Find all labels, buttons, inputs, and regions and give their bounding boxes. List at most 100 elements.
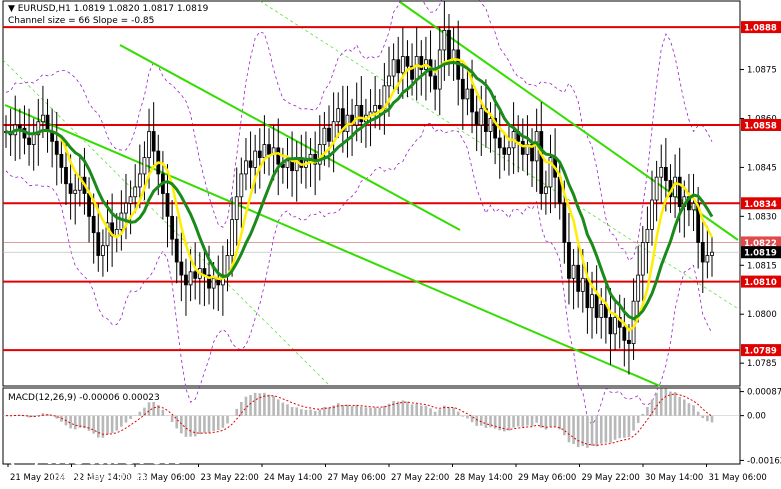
candle-body [54,140,59,155]
macd-hist-bar [212,415,215,432]
candle-body [562,202,567,243]
macd-hist-bar [433,411,437,416]
macd-hist-bar [295,407,299,416]
candle-body [659,166,664,178]
candle-body [391,59,396,77]
macd-hist-bar [392,401,395,416]
candle-body [608,317,613,335]
candle-body [327,127,331,142]
macd-hist-bar [424,405,428,416]
candle-body [627,339,631,344]
candle-body [285,160,290,168]
candle-body [488,118,493,132]
candle-body [91,215,96,234]
macd-hist-bar [226,415,229,424]
macd-hist-bar [115,415,119,431]
macd-hist-bar [360,406,363,416]
candle-body [520,140,525,155]
candle-body [234,196,239,221]
time-tick-label: 31 May 06:00 [709,473,767,483]
macd-tick-label: 0.00 [747,412,766,422]
candle-body [433,75,438,90]
candle-body [599,304,604,318]
candle-body [170,215,175,240]
candle-body [700,242,705,263]
macd-hist-bar [313,410,317,416]
macd-hist-bar [253,392,257,416]
macd-hist-bar [364,407,368,416]
macd-hist-bar [147,402,151,416]
macd-hist-bar [96,415,100,438]
macd-hist-bar [456,411,460,416]
candle-body [539,131,544,194]
candle-body [262,144,267,159]
macd-hist-bar [304,409,308,416]
macd-hist-bar [244,396,248,416]
candle-body [31,134,36,145]
level-badge-label: 1.0834 [744,200,777,210]
macd-hist-bar [581,415,585,447]
macd-hist-bar [701,415,705,419]
macd-hist-bar [240,401,243,416]
macd-hist-bar [572,415,575,445]
candle-body [41,114,45,123]
macd-hist-bar [69,415,72,429]
candle-body [636,274,641,302]
macd-hist-bar [632,415,635,431]
macd-hist-bar [378,407,382,416]
macd-hist-bar [475,415,478,426]
level-badge-label: 1.0789 [744,347,777,357]
macd-hist-bar [124,415,128,423]
candle-body [663,166,668,181]
macd-hist-bar [683,399,686,416]
macd-hist-bar [300,409,303,416]
lower-band-line [5,122,713,426]
macd-hist-bar [604,415,608,443]
macd-hist-bar [373,407,377,416]
candle-body [193,271,198,279]
macd-hist-bar [235,408,239,416]
macd-hist-bar [673,392,677,416]
macd-hist-bar [50,415,54,417]
candle-body [705,255,710,263]
macd-hist-bar [166,415,169,417]
candle-body [184,274,188,286]
macd-hist-bar [646,406,649,416]
macd-hist-bar [692,405,695,416]
macd-hist-bar [664,388,668,416]
channel-info: Channel size = 66 Slope = -0.85 [8,16,155,26]
macd-hist-bar [170,415,174,423]
macd-hist-bar [627,415,631,438]
candle-body [267,144,271,155]
macd-hist-bar [290,407,294,416]
candle-body [645,228,650,243]
macd-hist-bar [221,415,225,428]
macd-hist-bar [203,415,206,433]
macd-hist-bar [73,415,77,430]
candle-body [543,186,548,194]
price-tick-label: 1.0800 [747,310,777,320]
macd-hist-bar [710,415,714,423]
macd-hist-bar [466,415,469,419]
macd-hist-bar [678,396,681,416]
macd-hist-bar [189,415,192,437]
macd-hist-bar [355,404,358,416]
macd-hist-bar [318,409,322,416]
macd-hist-bar [687,403,691,416]
macd-hist-bar [470,415,474,423]
candle-body [377,105,382,110]
macd-hist-bar [286,404,289,416]
candle-body [650,199,654,230]
macd-hist-bar [452,407,455,416]
time-tick-label: 29 May 22:00 [582,473,640,483]
macd-hist-bar [650,399,654,416]
candle-body [567,242,571,279]
macd-hist-bar [180,415,183,434]
macd-hist-bar [346,404,349,416]
macd-hist-bar [249,395,252,416]
macd-hist-bar [350,406,354,416]
price-tick-label: 1.0785 [747,359,777,369]
macd-hist-bar [120,415,123,427]
time-tick-label: 27 May 06:00 [328,473,386,483]
macd-hist-bar [507,415,511,431]
